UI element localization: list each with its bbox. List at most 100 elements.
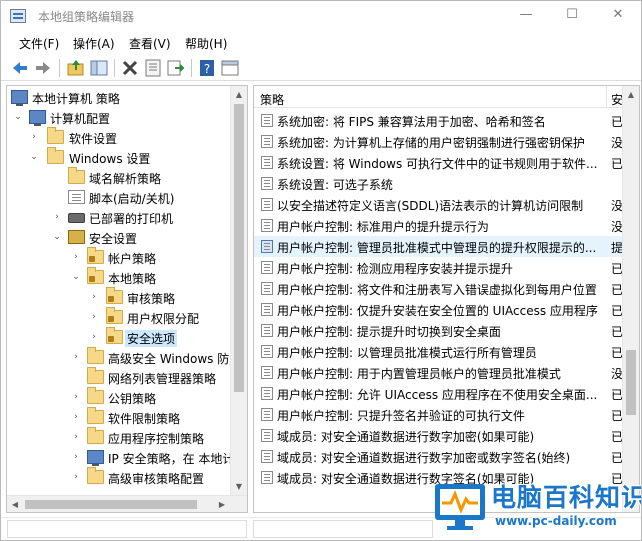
export-list-icon[interactable]: [166, 58, 186, 78]
up-folder-icon[interactable]: [66, 58, 86, 78]
column-divider[interactable]: [606, 86, 607, 108]
maximize-button[interactable]: ☐: [549, 1, 595, 31]
policy-name: 系统加密: 为计算机上存储的用户密钥强制进行强密钥保护: [277, 136, 585, 150]
tree-vertical-scrollbar[interactable]: ▲ ▼: [230, 86, 247, 495]
tree-item[interactable]: ⌄ 计算机配置: [7, 108, 233, 128]
tree-item[interactable]: › 公钥策略: [7, 387, 233, 408]
tree-item-label: 安全设置: [89, 232, 138, 246]
toolbar-separator: [59, 59, 60, 77]
tree-item-label: 应用程序控制策略: [108, 432, 205, 446]
toolbar-separator: [114, 59, 115, 77]
menu-action[interactable]: 操作(A): [73, 35, 115, 52]
tree-item-label: 脚本(启动/关机): [89, 192, 175, 206]
policy-row[interactable]: 系统加密: 将 FIPS 兼容算法用于加密、哈希和签名已: [254, 110, 624, 131]
menu-view[interactable]: 查看(V): [129, 35, 171, 52]
policy-row[interactable]: 系统设置: 可选子系统: [254, 173, 624, 194]
policy-row[interactable]: 以安全描述符定义语言(SDDL)语法表示的计算机访问限制没: [254, 194, 624, 215]
chevron-down-icon[interactable]: ⌄: [29, 152, 39, 162]
tree-item[interactable]: › 已部署的打印机: [7, 208, 233, 228]
scroll-down-arrow-icon[interactable]: ▼: [231, 478, 247, 495]
scroll-right-arrow-icon[interactable]: ▶: [214, 496, 230, 512]
tree-item[interactable]: 本地计算机 策略: [7, 88, 233, 108]
policy-row[interactable]: 用户帐户控制: 提示提升时切换到安全桌面已: [254, 320, 624, 341]
policy-row[interactable]: 用户帐户控制: 检测应用程序安装并提示提升已: [254, 257, 624, 278]
show-hide-tree-icon[interactable]: [89, 58, 109, 78]
policy-row[interactable]: 域成员: 对安全通道数据进行数字加密(如果可能) 已: [254, 425, 624, 446]
chevron-right-icon[interactable]: ›: [89, 312, 99, 322]
policy-row[interactable]: 系统设置: 将 Windows 可执行文件中的证书规则用于软件... 已: [254, 152, 624, 173]
tree-item-label: 高级审核策略配置: [108, 472, 205, 486]
chevron-right-icon[interactable]: ›: [29, 132, 39, 142]
filter-view-icon[interactable]: [220, 58, 240, 78]
tree-item[interactable]: › 帐户策略: [7, 247, 233, 268]
tree-item[interactable]: ⌄ 本地策略: [7, 267, 233, 288]
policy-setting-icon: [261, 114, 273, 127]
tree-horizontal-scrollbar[interactable]: ◀ ▶: [7, 495, 247, 512]
chevron-right-icon[interactable]: ›: [52, 212, 62, 222]
minimize-button[interactable]: —: [503, 1, 549, 31]
policy-row[interactable]: 用户帐户控制: 允许 UIAccess 应用程序在不使用安全桌面... 已: [254, 383, 624, 404]
policy-row[interactable]: 用户帐户控制: 标准用户的提升提示行为没: [254, 215, 624, 236]
chevron-down-icon[interactable]: ⌄: [13, 112, 23, 122]
chevron-right-icon[interactable]: ›: [71, 452, 81, 462]
menu-file[interactable]: 文件(F): [19, 35, 59, 52]
menu-help[interactable]: 帮助(H): [185, 35, 227, 52]
policy-row[interactable]: 用户帐户控制: 管理员批准模式中管理员的提升权限提示的... 提: [254, 236, 624, 257]
policy-row[interactable]: 系统加密: 为计算机上存储的用户密钥强制进行强密钥保护没: [254, 131, 624, 152]
tree-item[interactable]: › 软件限制策略: [7, 407, 233, 428]
close-button[interactable]: ✕: [595, 1, 641, 31]
tree-item[interactable]: › 软件设置: [7, 127, 233, 148]
policy-name: 用户帐户控制: 检测应用程序安装并提示提升: [277, 262, 513, 276]
help-icon[interactable]: ?: [197, 58, 217, 78]
tree-item[interactable]: › 审核策略: [7, 287, 233, 308]
tree-item[interactable]: 脚本(启动/关机): [7, 188, 233, 208]
chevron-right-icon[interactable]: ›: [71, 412, 81, 422]
tree-item[interactable]: ⌄ Windows 设置: [7, 147, 233, 168]
chevron-down-icon[interactable]: ⌄: [52, 232, 62, 242]
chevron-down-icon[interactable]: ⌄: [71, 272, 81, 282]
scrollbar-thumb[interactable]: [234, 104, 244, 392]
tree-item[interactable]: › IP 安全策略，在 本地计: [7, 448, 234, 468]
list-vertical-scrollbar[interactable]: ▲ ▼: [622, 86, 639, 512]
properties-icon[interactable]: [143, 58, 163, 78]
site-watermark: 电脑百科知识 www.pc-daily.com: [431, 472, 641, 540]
chevron-right-icon[interactable]: ›: [71, 352, 81, 362]
tree-pane: 本地计算机 策略 ⌄ 计算机配置 › 软件设置 ⌄ Windows 设置 域名解…: [6, 85, 248, 513]
tree-item[interactable]: ⌄ 安全设置: [7, 228, 233, 248]
policy-row[interactable]: 用户帐户控制: 以管理员批准模式运行所有管理员已: [254, 341, 624, 362]
policy-row[interactable]: 用户帐户控制: 仅提升安装在安全位置的 UIAccess 应用程序已: [254, 299, 624, 320]
tree-item[interactable]: › 高级审核策略配置: [7, 467, 233, 488]
column-header-policy[interactable]: 策略: [260, 91, 284, 108]
policy-row[interactable]: 域成员: 对安全通道数据进行数字加密或数字签名(始终) 已: [254, 446, 624, 467]
chevron-right-icon[interactable]: ›: [71, 472, 81, 482]
policy-setting-icon: [261, 324, 273, 337]
policy-row[interactable]: 用户帐户控制: 用于内置管理员帐户的管理员批准模式没: [254, 362, 624, 383]
scrollbar-thumb[interactable]: [626, 350, 636, 415]
chevron-right-icon[interactable]: ›: [89, 332, 99, 342]
tree-item[interactable]: 网络列表管理器策略: [7, 367, 233, 388]
tree-item[interactable]: › 高级安全 Windows 防: [7, 347, 233, 368]
title-bar: 本地组策略编辑器 — ☐ ✕: [1, 1, 641, 31]
chevron-right-icon[interactable]: ›: [71, 252, 81, 262]
chevron-right-icon[interactable]: ›: [71, 432, 81, 442]
folder-icon: [87, 347, 104, 364]
tree-item-label: 软件限制策略: [108, 412, 181, 426]
back-arrow-icon[interactable]: [10, 58, 30, 78]
policy-setting-icon: [261, 471, 273, 484]
tree-item[interactable]: › 用户权限分配: [7, 307, 233, 328]
policy-row[interactable]: 用户帐户控制: 将文件和注册表写入错误虚拟化到每用户位置已: [254, 278, 624, 299]
tree-item[interactable]: › 应用程序控制策略: [7, 427, 233, 448]
scroll-left-arrow-icon[interactable]: ◀: [7, 496, 23, 512]
scroll-up-arrow-icon[interactable]: ▲: [231, 86, 247, 103]
policy-row[interactable]: 用户帐户控制: 只提升签名并验证的可执行文件已: [254, 404, 624, 425]
forward-arrow-icon[interactable]: [33, 58, 53, 78]
chevron-right-icon[interactable]: ›: [89, 292, 99, 302]
scroll-up-arrow-icon[interactable]: ▲: [623, 86, 639, 103]
watermark-monitor-logo: [435, 484, 485, 530]
chevron-right-icon[interactable]: ›: [71, 392, 81, 402]
delete-icon[interactable]: [120, 58, 140, 78]
tree-item[interactable]: 域名解析策略: [7, 167, 233, 188]
computer-icon: [29, 110, 46, 126]
scrollbar-thumb[interactable]: [25, 500, 197, 509]
tree-item-security-options[interactable]: › 安全选项: [7, 327, 233, 348]
